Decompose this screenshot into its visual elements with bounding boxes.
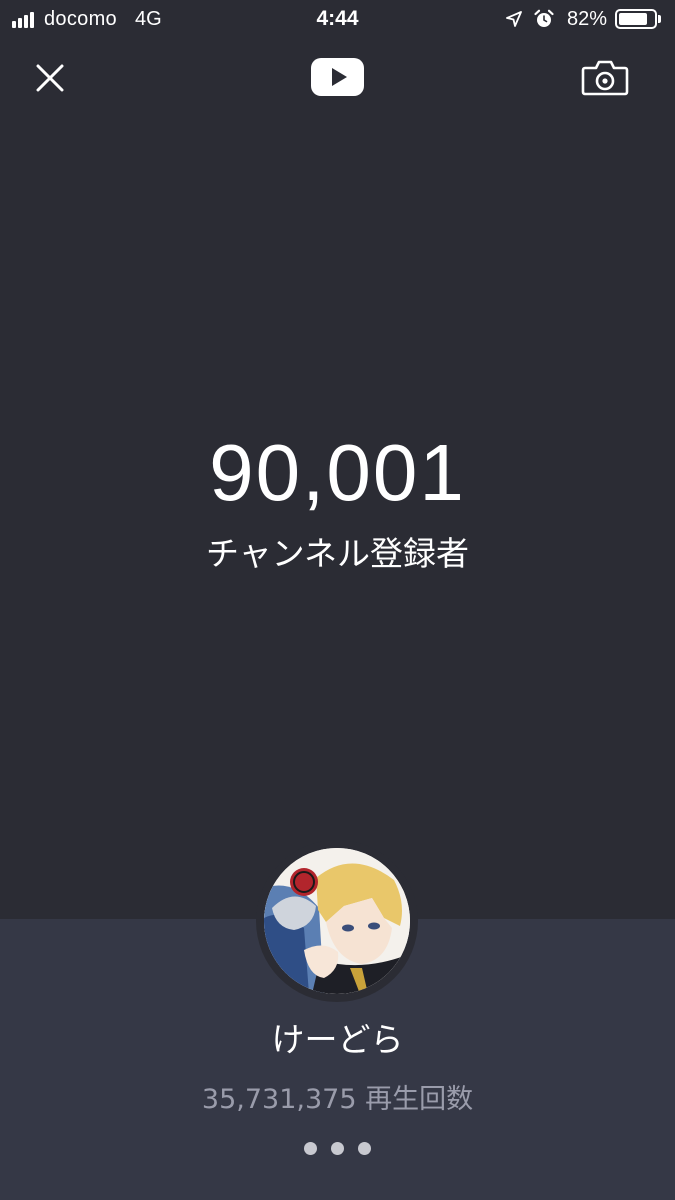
camera-icon <box>581 60 629 96</box>
view-count-label: 再生回数 <box>365 1084 474 1115</box>
status-bar: docomo 4G 4:44 82% <box>0 0 675 38</box>
close-icon <box>36 64 64 92</box>
battery-percent: 82% <box>566 7 607 30</box>
camera-button[interactable] <box>578 56 632 100</box>
view-count: 35,731,375 <box>201 1084 357 1115</box>
youtube-logo-icon <box>311 58 364 96</box>
page-dot[interactable] <box>304 1142 317 1155</box>
location-arrow-icon <box>506 11 522 27</box>
channel-avatar[interactable] <box>264 848 410 994</box>
battery-fill <box>619 13 647 25</box>
page-dot[interactable] <box>358 1142 371 1155</box>
page-dot[interactable] <box>331 1142 344 1155</box>
top-bar <box>0 48 675 108</box>
alarm-clock-icon <box>534 9 554 27</box>
subscriber-label: チャンネル登録者 <box>205 534 469 573</box>
battery-icon <box>615 8 663 30</box>
close-button[interactable] <box>28 56 72 100</box>
view-count-line: 35,731,375 再生回数 <box>0 1080 675 1120</box>
page-indicator <box>0 1142 675 1156</box>
channel-name: けーどら <box>271 1020 404 1059</box>
status-right: 82% <box>505 6 663 32</box>
subscriber-count: 90,001 <box>209 428 466 517</box>
